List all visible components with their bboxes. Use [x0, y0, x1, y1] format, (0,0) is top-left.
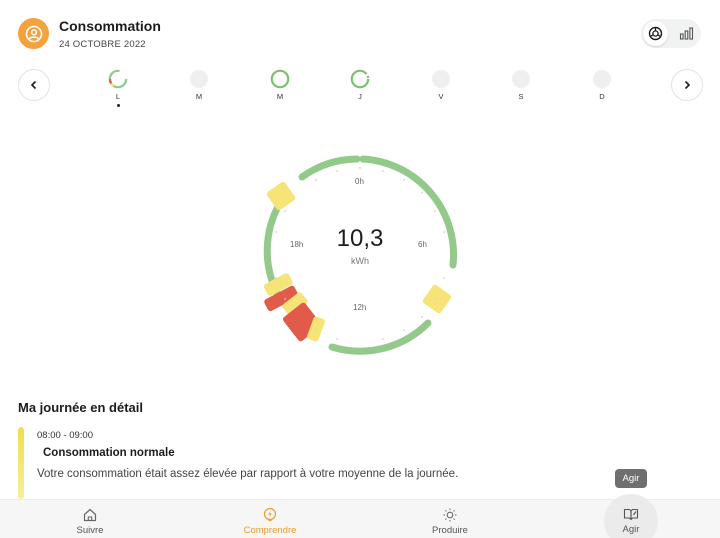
timeline-bar: [18, 427, 24, 499]
chevron-left-icon: [30, 80, 37, 90]
tab-suivre[interactable]: Suivre: [62, 500, 118, 538]
hour-block[interactable]: [422, 284, 453, 315]
detail-section-title: Ma journée en détail: [18, 400, 143, 415]
tab-comprendre[interactable]: Comprendre: [236, 500, 304, 538]
day-sunday[interactable]: D: [587, 69, 617, 101]
page-title: Consommation: [59, 18, 161, 34]
day-friday[interactable]: V: [426, 69, 456, 101]
day-label: S: [518, 92, 524, 101]
hour-label-12h: 12h: [353, 303, 367, 312]
bar-chart-icon: [679, 27, 694, 40]
day-label: J: [358, 92, 362, 101]
day-ring-partial: [108, 69, 128, 89]
tab-label: Agir: [622, 524, 640, 535]
tab-label: Produire: [432, 525, 468, 536]
slot-time: 08:00 - 09:00: [37, 430, 93, 441]
slot-title: Consommation normale: [43, 447, 175, 459]
day-ring-full: [270, 69, 290, 89]
day-wednesday[interactable]: M: [265, 69, 295, 101]
day-saturday[interactable]: S: [506, 69, 536, 101]
header: Consommation 24 OCTOBRE 2022: [0, 0, 720, 64]
day-label: L: [115, 92, 121, 101]
next-week-button[interactable]: [671, 69, 703, 101]
hour-block[interactable]: [266, 181, 297, 212]
home-icon: [83, 508, 97, 522]
page-date: 24 OCTOBRE 2022: [59, 39, 146, 50]
consumption-value: 10,3: [336, 225, 384, 252]
profile-avatar[interactable]: [18, 18, 49, 49]
day-ring-full: [350, 69, 370, 89]
sun-icon: [443, 508, 457, 522]
day-ring-empty: [432, 70, 450, 88]
day-label: V: [438, 92, 444, 101]
day-label: D: [599, 92, 605, 101]
lightning-icon: [263, 507, 277, 522]
day-thursday[interactable]: J: [345, 69, 375, 101]
tab-label: Suivre: [76, 525, 104, 536]
selected-day-indicator: [116, 104, 120, 107]
slot-description: Votre consommation était assez élevée pa…: [37, 468, 459, 480]
consumption-unit: kWh: [351, 256, 369, 266]
day-monday[interactable]: L: [103, 69, 133, 107]
user-icon: [25, 25, 42, 42]
day-tuesday[interactable]: M: [184, 69, 214, 101]
tab-label: Comprendre: [243, 525, 297, 536]
tab-produire[interactable]: Produire: [420, 500, 480, 538]
view-toggle: [641, 19, 701, 48]
day-label: M: [276, 92, 284, 101]
chevron-right-icon: [684, 80, 691, 90]
day-label: M: [195, 92, 203, 101]
book-icon: [623, 508, 639, 521]
dial-view-button[interactable]: [643, 21, 668, 46]
day-ring-empty: [190, 70, 208, 88]
dial-view-icon: [648, 26, 663, 41]
bar-view-button[interactable]: [674, 21, 699, 46]
hour-label-0h: 0h: [355, 177, 364, 186]
tab-agir[interactable]: Agir: [604, 499, 658, 538]
day-ring-empty: [593, 70, 611, 88]
day-ring-empty: [512, 70, 530, 88]
agir-tooltip: Agir: [615, 469, 647, 488]
previous-week-button[interactable]: [18, 69, 50, 101]
